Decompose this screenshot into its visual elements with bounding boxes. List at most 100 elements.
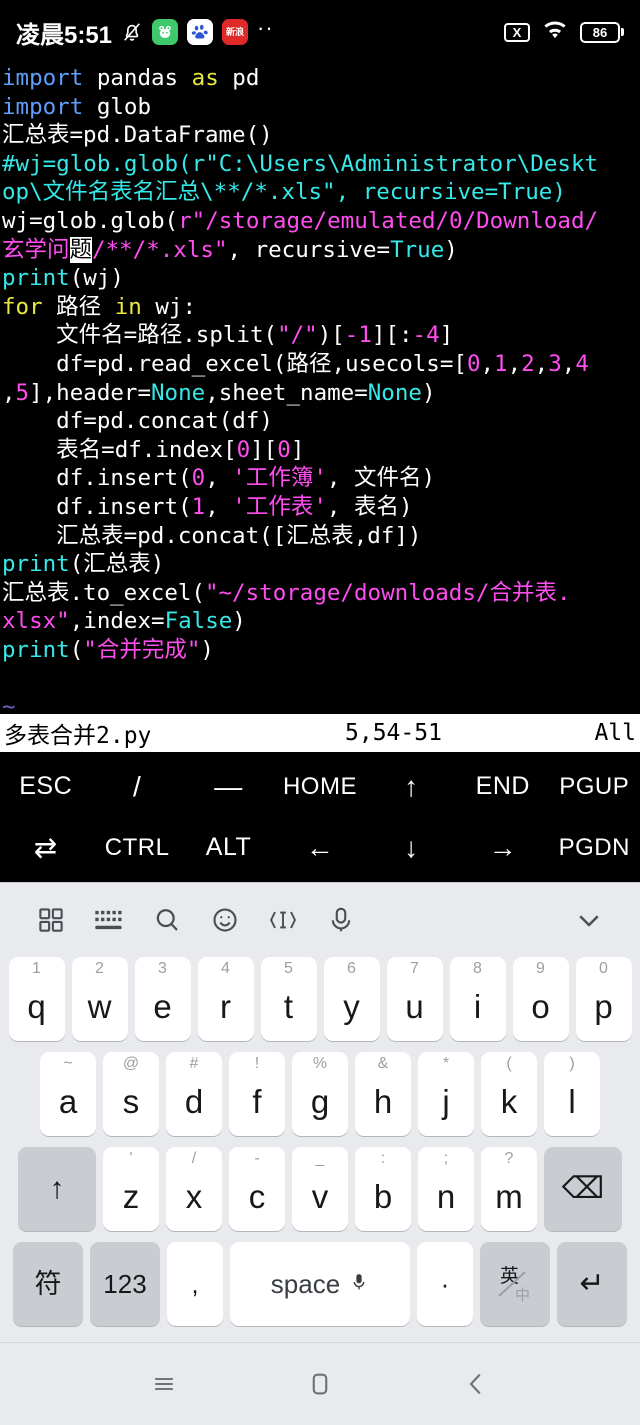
extra-key-[interactable]: ↓: [366, 832, 457, 864]
status-bar: 凌晨5:51 新浪 ·· X 86: [0, 0, 640, 64]
key-r[interactable]: 4r: [197, 957, 254, 1041]
code-token: '工作表': [232, 493, 327, 520]
code-line: wj=glob.glob(r"/storage/emulated/0/Downl…: [2, 207, 638, 236]
key-e[interactable]: 3e: [134, 957, 191, 1041]
key-p[interactable]: 0p: [575, 957, 632, 1041]
key-q[interactable]: 1q: [8, 957, 65, 1041]
shift-key[interactable]: ↑: [18, 1147, 96, 1231]
key-u[interactable]: 7u: [386, 957, 443, 1041]
terminal-extra-keys[interactable]: ESC / — HOME ↑ END PGUP ⇄ CTRL ALT ← ↓ → PGDN: [0, 752, 640, 882]
chevron-down-icon[interactable]: [560, 905, 618, 935]
code-token: df=pd.read_excel(路径,usecols=[: [2, 350, 467, 377]
key-primary-label: i: [473, 987, 482, 1025]
keyboard-toolbar[interactable]: [0, 883, 640, 957]
key-f[interactable]: ! f: [229, 1052, 285, 1136]
extra-key-[interactable]: ⇄: [0, 831, 91, 864]
extra-key-esc[interactable]: ESC: [0, 772, 91, 801]
key-n[interactable]: ; n: [418, 1147, 474, 1231]
menu-icon[interactable]: [86, 1369, 242, 1399]
code-line: df.insert(0, '工作簿', 文件名): [2, 464, 638, 493]
key-m[interactable]: ? m: [481, 1147, 537, 1231]
extra-key-[interactable]: ↑: [366, 771, 457, 803]
extra-key-ctrl[interactable]: CTRL: [91, 834, 182, 862]
key-a[interactable]: ~ a: [40, 1052, 96, 1136]
symbol-key[interactable]: 符: [13, 1242, 83, 1326]
keyboard-row-1[interactable]: 1q2w3e4r5t6y7u8i9o0p: [0, 957, 640, 1052]
key-secondary-label: /: [191, 1150, 197, 1167]
extra-key-[interactable]: →: [457, 832, 548, 864]
battery-level: 86: [580, 21, 620, 43]
key-l[interactable]: ) l: [544, 1052, 600, 1136]
key-z[interactable]: ' z: [103, 1147, 159, 1231]
code-token: , 文件名): [326, 465, 436, 492]
code-line: 表名=df.index[0][0]: [2, 436, 638, 465]
comma-key[interactable]: ,: [167, 1242, 223, 1326]
backspace-icon: ⌫: [561, 1172, 605, 1205]
key-i[interactable]: 8i: [449, 957, 506, 1041]
bell-mute-icon: [121, 21, 143, 43]
key-primary-label: h: [373, 1082, 393, 1120]
language-toggle-key[interactable]: 英中: [480, 1242, 550, 1326]
keyboard-row-2[interactable]: ~ a @ s # d! f% g & h * j(k) l: [0, 1052, 640, 1147]
key-j[interactable]: * j: [418, 1052, 474, 1136]
home-icon[interactable]: [242, 1369, 398, 1399]
extra-key-[interactable]: ←: [274, 832, 365, 864]
code-line: 玄学问题/**/*.xls", recursive=True): [2, 236, 638, 265]
key-c[interactable]: -c: [229, 1147, 285, 1231]
code-line: op\文件名表名汇总\**/*.xls", recursive=True): [2, 178, 638, 207]
extra-key-[interactable]: —: [183, 771, 274, 803]
extra-key-end[interactable]: END: [457, 772, 548, 801]
code-token: in: [114, 293, 142, 320]
extra-keys-row-1[interactable]: ESC / — HOME ↑ END PGUP: [0, 756, 640, 817]
key-w[interactable]: 2w: [71, 957, 128, 1041]
key-k[interactable]: (k: [481, 1052, 537, 1136]
emoji-icon[interactable]: [196, 905, 254, 935]
extra-keys-row-2[interactable]: ⇄ CTRL ALT ← ↓ → PGDN: [0, 817, 640, 878]
extra-key-home[interactable]: HOME: [274, 773, 365, 801]
code-token: 汇总表=pd.DataFrame(): [2, 122, 273, 149]
grid-icon[interactable]: [22, 905, 80, 935]
key-x[interactable]: / x: [166, 1147, 222, 1231]
microphone-icon-space[interactable]: [349, 1269, 369, 1300]
code-token: 1: [191, 493, 206, 520]
numbers-key[interactable]: 123: [90, 1242, 160, 1326]
keyboard-row-4[interactable]: 符 123, space · 英中 ↵: [0, 1242, 640, 1337]
extra-key-pgdn[interactable]: PGDN: [549, 834, 640, 862]
soft-keyboard[interactable]: 1q2w3e4r5t6y7u8i9o0p ~ a @ s # d! f% g & h * j(k) l …: [0, 882, 640, 1342]
key-secondary-label: @: [122, 1055, 140, 1072]
key-d[interactable]: # d: [166, 1052, 222, 1136]
extra-key-pgup[interactable]: PGUP: [549, 773, 640, 801]
key-h[interactable]: & h: [355, 1052, 411, 1136]
search-icon[interactable]: [138, 905, 196, 935]
backspace-key[interactable]: ⌫: [544, 1147, 622, 1231]
extra-key-[interactable]: /: [91, 771, 182, 803]
code-token: ,: [480, 350, 495, 377]
keyboard-icon[interactable]: [80, 906, 138, 934]
key-o[interactable]: 9o: [512, 957, 569, 1041]
battery-indicator: 86: [580, 21, 624, 43]
key-secondary-label: _: [315, 1150, 325, 1167]
code-token: ,: [205, 493, 233, 520]
system-navigation-bar[interactable]: [0, 1342, 640, 1425]
code-token: /**/*.xls": [92, 236, 228, 263]
keyboard-row-3[interactable]: ↑ ' z / x - c _ v: b; n? m ⌫: [0, 1147, 640, 1242]
key-primary-label: t: [283, 987, 294, 1025]
code-token: (: [69, 636, 84, 663]
key-b[interactable]: :b: [355, 1147, 411, 1231]
space-key[interactable]: space: [230, 1242, 410, 1326]
microphone-icon[interactable]: [312, 905, 370, 935]
terminal-vim-editor[interactable]: import pandas as pd import glob 汇总表=pd.Dat…: [0, 64, 640, 752]
key-y[interactable]: 6y: [323, 957, 380, 1041]
back-icon[interactable]: [398, 1369, 554, 1399]
key-t[interactable]: 5t: [260, 957, 317, 1041]
key-s[interactable]: @ s: [103, 1052, 159, 1136]
period-key[interactable]: ·: [417, 1242, 473, 1326]
text-cursor-icon[interactable]: [254, 905, 312, 935]
key-v[interactable]: _ v: [292, 1147, 348, 1231]
extra-key-alt[interactable]: ALT: [183, 833, 274, 862]
key-primary-label: z: [122, 1177, 140, 1215]
enter-key[interactable]: ↵: [557, 1242, 627, 1326]
key-g[interactable]: % g: [292, 1052, 348, 1136]
code-text[interactable]: import pandas as pd import glob 汇总表=pd.Dat…: [2, 64, 638, 722]
code-token: print: [2, 551, 70, 578]
